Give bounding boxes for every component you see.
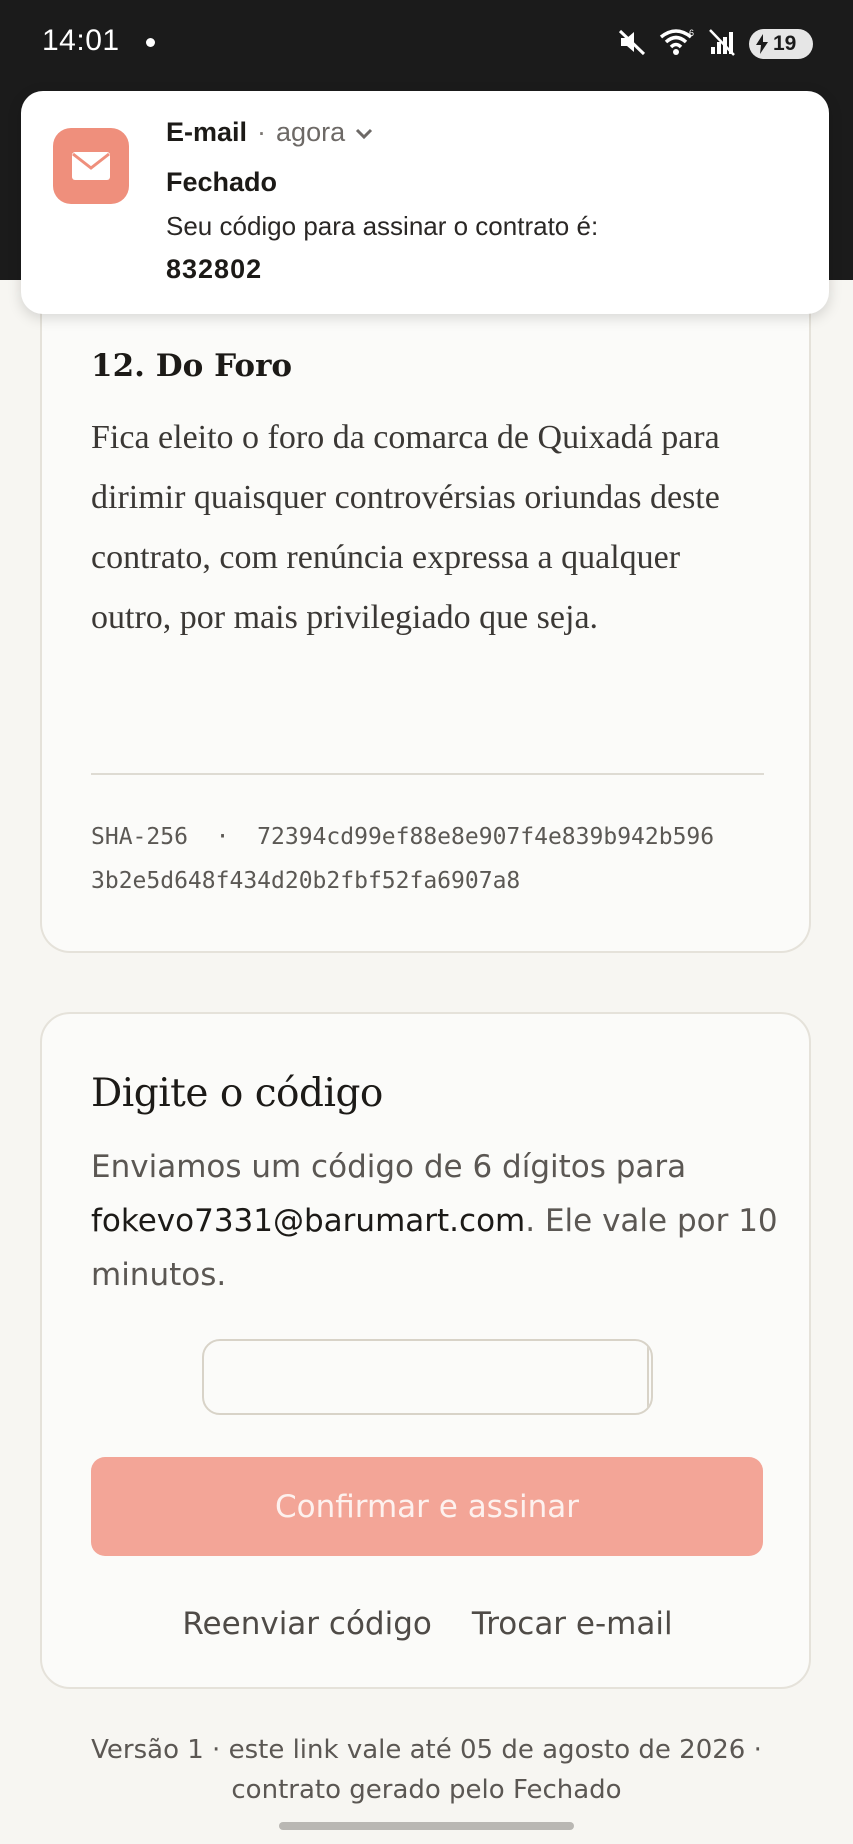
notification-body: Seu código para assinar o contrato é: — [166, 211, 599, 241]
hash-line-2: 3b2e5d648f434d20b2fbf52fa6907a8 — [91, 868, 521, 894]
chevron-down-icon[interactable] — [355, 117, 373, 148]
battery-level: 19 — [773, 32, 797, 55]
no-signal-icon — [707, 27, 737, 61]
notification-time: agora — [276, 117, 346, 147]
battery-icon: 19 — [749, 29, 813, 59]
secondary-actions: Reenviar código Trocar e-mail — [42, 1606, 813, 1642]
otp-digit-1[interactable] — [204, 1341, 649, 1413]
code-title: Digite o código — [91, 1071, 383, 1116]
notification-app-name: E-mail — [166, 117, 248, 147]
clause-title: 12. Do Foro — [91, 348, 293, 384]
home-indicator[interactable] — [279, 1822, 574, 1830]
email-notification[interactable]: E-mail · agora Fechado Seu código para a… — [21, 91, 829, 314]
notification-title: Fechado — [166, 167, 278, 197]
contract-card: 12. Do Foro Fica eleito o foro da comarc… — [40, 230, 811, 953]
footer-line-1: Versão 1 · este link vale até 05 de agos… — [91, 1735, 762, 1765]
notification-dot-icon — [146, 38, 155, 47]
wifi-icon: 6 — [659, 27, 695, 61]
otp-digit-2[interactable] — [649, 1341, 651, 1413]
mail-icon — [53, 128, 129, 204]
confirm-and-sign-button[interactable]: Confirmar e assinar — [91, 1457, 763, 1556]
notification-header: E-mail · agora — [166, 117, 373, 148]
otp-input-group — [202, 1339, 653, 1415]
status-time: 14:01 — [42, 24, 120, 57]
status-icons: 6 19 — [617, 26, 813, 62]
document-hash: SHA-256 · 72394cd99ef88e8e907f4e839b942b… — [91, 815, 781, 903]
code-description: Enviamos um código de 6 dígitos para fok… — [91, 1140, 781, 1302]
footer: Versão 1 · este link vale até 05 de agos… — [0, 1730, 853, 1810]
recipient-email: fokevo7331@barumart.com — [91, 1203, 526, 1239]
code-entry-card: Digite o código Enviamos um código de 6 … — [40, 1012, 811, 1689]
code-description-prefix: Enviamos um código de 6 dígitos para — [91, 1149, 687, 1185]
footer-line-2: contrato gerado pelo Fechado — [231, 1775, 622, 1805]
mute-icon — [617, 27, 647, 61]
resend-code-link[interactable]: Reenviar código — [182, 1606, 431, 1642]
notification-separator: · — [257, 117, 267, 147]
svg-text:6: 6 — [689, 28, 694, 38]
clause-text: Fica eleito o foro da comarca de Quixadá… — [91, 419, 720, 636]
divider — [91, 773, 764, 775]
hash-line-1: SHA-256 · 72394cd99ef88e8e907f4e839b942b… — [91, 824, 715, 850]
notification-code: 832802 — [166, 254, 263, 284]
change-email-link[interactable]: Trocar e-mail — [472, 1606, 673, 1642]
